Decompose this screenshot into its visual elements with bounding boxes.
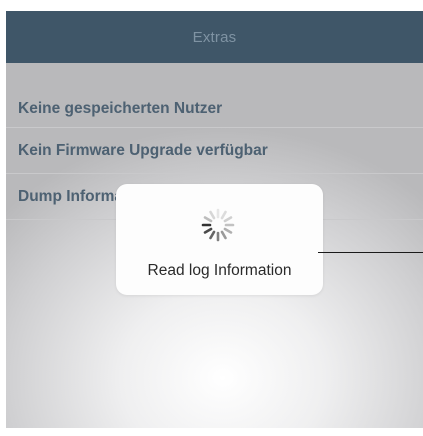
loading-label: Read log Information (147, 262, 292, 279)
annotation-pointer-line (318, 252, 423, 253)
spinner-icon (201, 208, 235, 242)
list-item-label: Keine gespeicherten Nutzer (18, 100, 223, 117)
loading-hud: Read log Information (116, 184, 323, 295)
navigation-bar: Extras (6, 11, 423, 63)
screenshot-frame: Extras Keine gespeicherten Nutzer Kein F… (0, 0, 423, 436)
page-title: Extras (192, 28, 237, 46)
app-screen: Extras Keine gespeicherten Nutzer Kein F… (6, 11, 423, 428)
list-item-users[interactable]: Keine gespeicherten Nutzer (6, 91, 423, 128)
list-item-firmware[interactable]: Kein Firmware Upgrade verfügbar (6, 128, 423, 174)
list-item-label: Kein Firmware Upgrade verfügbar (18, 141, 268, 159)
